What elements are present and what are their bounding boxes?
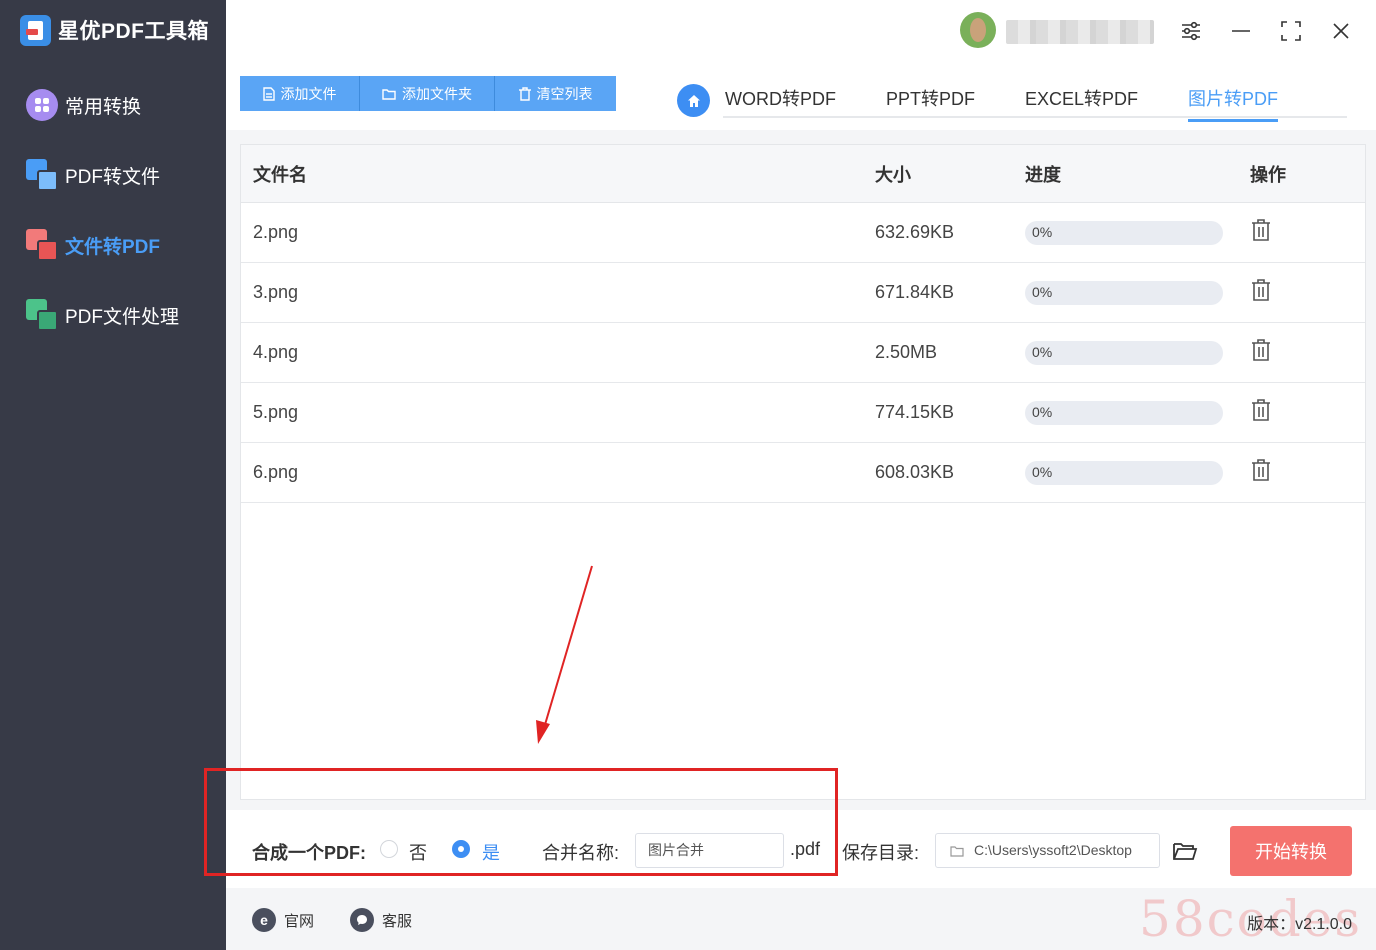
sidebar-item-common-convert[interactable]: 常用转换 <box>0 70 226 140</box>
app-window: 星优PDF工具箱 常用转换 PDF转文件 文件转PDF PDF文件处理 添加文件… <box>0 0 1376 950</box>
pdf-logo-icon <box>20 14 51 46</box>
sliders-icon <box>1182 21 1200 41</box>
delete-trash-icon[interactable] <box>1250 278 1272 302</box>
progress-bar: 0% <box>1025 460 1223 485</box>
tab-image-to-pdf[interactable]: 图片转PDF <box>1188 78 1279 122</box>
table-row: 2.png 632.69KB 0% <box>241 203 1365 263</box>
sidebar-item-pdf-processing[interactable]: PDF文件处理 <box>0 280 226 350</box>
progress-text: 0% <box>1032 403 1053 420</box>
clear-list-label: 清空列表 <box>536 85 593 102</box>
save-dir-input[interactable]: C:\Users\yssoft2\Desktop <box>935 833 1160 868</box>
header-size: 大小 <box>875 164 911 185</box>
close-icon <box>1333 23 1349 39</box>
open-folder-icon[interactable] <box>1172 840 1198 862</box>
progress-bar: 0% <box>1025 340 1223 365</box>
progress-bar: 0% <box>1025 220 1223 245</box>
support-link[interactable]: 客服 <box>350 908 412 932</box>
file-to-pdf-icon <box>26 228 59 262</box>
progress-text: 0% <box>1032 283 1053 300</box>
add-folder-label: 添加文件夹 <box>402 85 472 102</box>
save-dir-label: 保存目录: <box>842 843 920 863</box>
delete-trash-icon[interactable] <box>1250 338 1272 362</box>
username-blurred[interactable] <box>1006 20 1154 44</box>
close-button[interactable] <box>1325 16 1357 46</box>
trash-icon <box>518 86 531 101</box>
table-row: 3.png 671.84KB 0% <box>241 263 1365 323</box>
file-size: 632.69KB <box>875 222 955 242</box>
delete-trash-icon[interactable] <box>1250 458 1272 482</box>
header-action: 操作 <box>1250 164 1286 185</box>
browser-e-icon: e <box>252 908 276 932</box>
avatar[interactable] <box>960 12 996 48</box>
header-progress: 进度 <box>1025 164 1061 185</box>
progress-text: 0% <box>1032 463 1053 480</box>
file-name: 3.png <box>253 282 299 302</box>
header-filename: 文件名 <box>253 164 307 185</box>
sidebar: 星优PDF工具箱 常用转换 PDF转文件 文件转PDF PDF文件处理 <box>0 0 226 950</box>
support-label: 客服 <box>382 912 413 930</box>
tab-excel-to-pdf[interactable]: EXCEL转PDF <box>1025 78 1138 118</box>
sidebar-item-pdf-to-file[interactable]: PDF转文件 <box>0 140 226 210</box>
footer: e 官网 客服 58codes 版本：v2.1.0.0 <box>226 888 1376 950</box>
pdf-to-file-icon <box>26 158 59 192</box>
sidebar-item-label: PDF文件处理 <box>65 306 180 328</box>
sidebar-item-file-to-pdf[interactable]: 文件转PDF <box>0 210 226 280</box>
tab-ppt-to-pdf[interactable]: PPT转PDF <box>886 78 975 118</box>
start-convert-button[interactable]: 开始转换 <box>1230 826 1352 876</box>
conversion-tabs: WORD转PDF PPT转PDF EXCEL转PDF 图片转PDF <box>677 76 1328 122</box>
table-body: 2.png 632.69KB 0% 3.png 671.84KB 0% 4.pn… <box>241 203 1365 503</box>
pdf-processing-icon <box>26 298 59 332</box>
add-file-button[interactable]: 添加文件 <box>240 76 360 111</box>
annotation-highlight-box <box>204 768 838 876</box>
tab-word-to-pdf[interactable]: WORD转PDF <box>725 78 836 118</box>
file-size: 671.84KB <box>875 282 955 302</box>
clear-list-button[interactable]: 清空列表 <box>495 76 616 111</box>
app-logo: 星优PDF工具箱 <box>20 14 209 46</box>
table-row: 6.png 608.03KB 0% <box>241 443 1365 503</box>
sidebar-item-label: PDF转文件 <box>65 166 161 188</box>
add-file-label: 添加文件 <box>280 85 337 102</box>
file-size: 774.15KB <box>875 402 955 422</box>
delete-trash-icon[interactable] <box>1250 398 1272 422</box>
add-folder-button[interactable]: 添加文件夹 <box>360 76 495 111</box>
progress-bar: 0% <box>1025 400 1223 425</box>
maximize-button[interactable] <box>1275 16 1307 46</box>
file-size: 2.50MB <box>875 342 938 362</box>
file-name: 2.png <box>253 222 299 242</box>
maximize-icon <box>1281 21 1301 41</box>
grid-circle-icon <box>26 88 59 122</box>
file-name: 6.png <box>253 462 299 482</box>
chat-bubble-icon <box>350 908 374 932</box>
progress-bar: 0% <box>1025 280 1223 305</box>
version-label: 版本：v2.1.0.0 <box>1247 916 1352 933</box>
delete-trash-icon[interactable] <box>1250 218 1272 242</box>
file-icon <box>262 86 275 101</box>
sidebar-nav: 常用转换 PDF转文件 文件转PDF PDF文件处理 <box>0 70 226 350</box>
file-name: 5.png <box>253 402 299 422</box>
progress-text: 0% <box>1032 223 1053 240</box>
file-size: 608.03KB <box>875 462 955 482</box>
folder-small-icon <box>950 846 964 857</box>
save-dir-value: C:\Users\yssoft2\Desktop <box>974 842 1132 858</box>
app-title: 星优PDF工具箱 <box>58 20 209 43</box>
file-table: 文件名 大小 进度 操作 2.png 632.69KB 0% 3.png 671… <box>240 144 1366 800</box>
table-header: 文件名 大小 进度 操作 <box>241 145 1365 203</box>
annotation-arrow <box>536 565 593 744</box>
file-name: 4.png <box>253 342 299 362</box>
home-icon[interactable] <box>677 84 710 117</box>
sidebar-item-label: 常用转换 <box>65 96 142 118</box>
file-toolbar: 添加文件 添加文件夹 清空列表 <box>240 76 616 111</box>
settings-sliders-button[interactable] <box>1175 16 1207 46</box>
website-link[interactable]: e 官网 <box>252 908 314 932</box>
minimize-button[interactable] <box>1225 16 1257 46</box>
website-label: 官网 <box>284 912 315 930</box>
minimize-icon <box>1232 30 1250 32</box>
progress-text: 0% <box>1032 343 1053 360</box>
folder-icon <box>382 88 396 100</box>
top-bar: 添加文件 添加文件夹 清空列表 WORD转PDF PPT转PDF EXCEL转P… <box>226 0 1376 130</box>
table-row: 4.png 2.50MB 0% <box>241 323 1365 383</box>
table-row: 5.png 774.15KB 0% <box>241 383 1365 443</box>
sidebar-item-label: 文件转PDF <box>65 236 161 258</box>
